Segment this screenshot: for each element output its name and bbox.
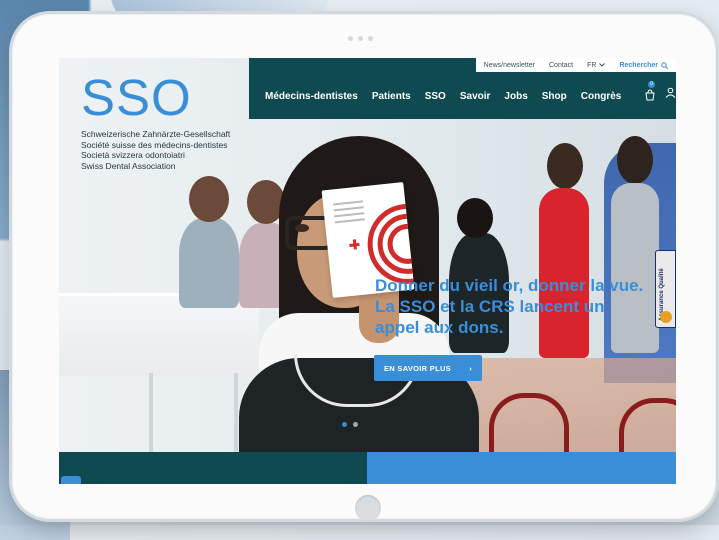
newsletter-link[interactable]: News/newsletter bbox=[484, 62, 535, 69]
shopping-bag-icon[interactable]: 0 bbox=[644, 81, 656, 101]
learn-more-label: EN SAVOIR PLUS bbox=[384, 363, 451, 373]
chevron-right-icon: › bbox=[469, 363, 472, 373]
search-button[interactable]: Rechercher bbox=[619, 62, 668, 69]
background-child bbox=[179, 218, 239, 308]
teacher-head bbox=[617, 136, 653, 184]
chevron-down-icon bbox=[599, 63, 606, 67]
girl-eye bbox=[295, 224, 309, 232]
carousel-dot-active[interactable] bbox=[342, 422, 347, 427]
cart-count-badge: 0 bbox=[648, 81, 655, 88]
hero-headline: Donner du vieil or, donner la vue. La SS… bbox=[375, 275, 676, 338]
home-button[interactable] bbox=[355, 495, 381, 521]
sso-logo[interactable]: SSO bbox=[81, 72, 192, 123]
brand-area: SSO Schweizerische Zahnärzte-Gesellschaf… bbox=[59, 58, 249, 183]
headline-line: La SSO et la CRS lancent un bbox=[375, 297, 605, 316]
search-icon bbox=[661, 61, 668, 69]
crs-volunteer-head bbox=[547, 143, 583, 189]
bottom-blue-panel bbox=[367, 452, 676, 484]
nav-item-medecins-dentistes[interactable]: Médecins-dentistes bbox=[265, 91, 358, 102]
nav-icons: 0 bbox=[644, 81, 676, 101]
camera-dots bbox=[348, 36, 373, 41]
nav-item-savoir[interactable]: Savoir bbox=[460, 91, 491, 102]
tagline-de: Schweizerische Zahnärzte-Gesellschaft bbox=[81, 129, 231, 139]
primary-nav: Médecins-dentistes Patients SSO Savoir J… bbox=[265, 91, 621, 102]
card-text-lines bbox=[332, 200, 365, 227]
user-icon[interactable] bbox=[665, 87, 676, 98]
search-label: Rechercher bbox=[619, 61, 658, 69]
tagline-en: Swiss Dental Association bbox=[81, 160, 176, 171]
nav-item-patients[interactable]: Patients bbox=[372, 91, 411, 102]
background-student-head bbox=[457, 198, 493, 238]
learn-more-button[interactable]: EN SAVOIR PLUS › bbox=[374, 355, 482, 381]
tagline-it: Società svizzera odontoiatri bbox=[81, 150, 185, 160]
nav-item-jobs[interactable]: Jobs bbox=[504, 91, 527, 102]
utility-bar: News/newsletter Contact FR Rechercher bbox=[475, 58, 676, 72]
red-chair bbox=[489, 393, 569, 458]
quality-badge-widget[interactable]: Assurance Qualité bbox=[655, 250, 676, 328]
contact-link[interactable]: Contact bbox=[549, 62, 573, 69]
carousel-dot[interactable] bbox=[353, 422, 358, 427]
badge-seal-icon bbox=[660, 311, 672, 323]
headline-line: Donner du vieil or, donner la vue. bbox=[375, 276, 644, 295]
bottom-teal-panel bbox=[59, 452, 367, 484]
table-leg bbox=[234, 373, 238, 453]
language-value: FR bbox=[587, 61, 597, 69]
nav-item-shop[interactable]: Shop bbox=[542, 91, 567, 102]
carousel-dots bbox=[342, 422, 358, 427]
headline-line: appel aux dons. bbox=[375, 318, 504, 337]
home-icon[interactable] bbox=[61, 476, 81, 484]
language-select[interactable]: FR bbox=[587, 61, 606, 69]
table-leg bbox=[149, 373, 153, 453]
brand-tagline: Schweizerische Zahnärzte-Gesellschaft So… bbox=[81, 129, 230, 171]
nav-item-congres[interactable]: Congrès bbox=[581, 91, 622, 102]
main-navbar: News/newsletter Contact FR Rechercher Mé… bbox=[249, 58, 676, 119]
nav-item-sso[interactable]: SSO bbox=[425, 91, 446, 102]
red-cross-icon bbox=[349, 239, 360, 250]
website-screen: SSO Schweizerische Zahnärzte-Gesellschaf… bbox=[59, 58, 676, 484]
tagline-fr: Société suisse des médecins-dentistes bbox=[81, 139, 228, 150]
